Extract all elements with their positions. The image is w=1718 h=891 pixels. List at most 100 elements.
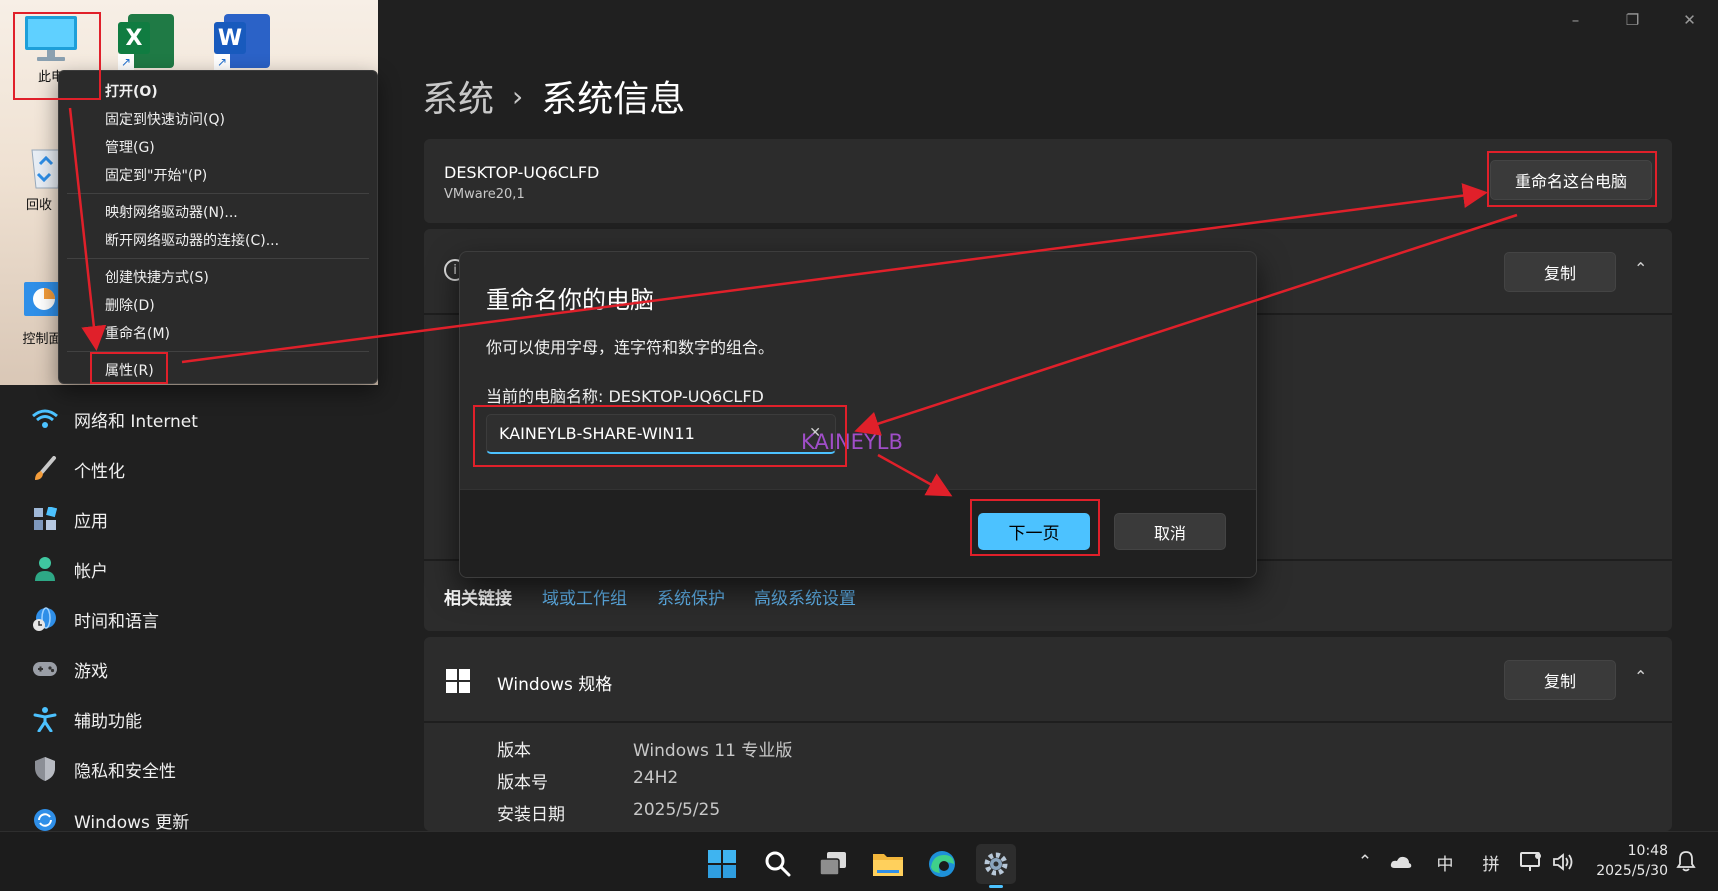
volume-icon[interactable]	[1548, 852, 1578, 872]
highlight-properties	[90, 352, 168, 384]
minimize-button[interactable]: –	[1547, 0, 1604, 40]
menu-item-disconnect-drive[interactable]: 断开网络驱动器的连接(C)...	[105, 230, 279, 250]
spec-row-version: 版本号 24H2	[497, 768, 678, 793]
menu-item-create-shortcut[interactable]: 创建快捷方式(S)	[105, 267, 209, 287]
spec-row-edition: 版本 Windows 11 专业版	[497, 736, 792, 761]
ime-mode-indicator[interactable]: 拼	[1468, 850, 1514, 875]
onedrive-icon[interactable]	[1380, 855, 1422, 869]
chevron-up-icon[interactable]: ⌃	[1634, 259, 1647, 278]
sidebar-item-label: 应用	[74, 511, 108, 532]
task-view-button[interactable]	[813, 844, 853, 884]
update-icon	[30, 805, 60, 831]
menu-item-delete[interactable]: 删除(D)	[105, 295, 155, 315]
spec-value: Windows 11 专业版	[633, 741, 793, 761]
sidebar-item-network[interactable]: 网络和 Internet	[30, 399, 198, 439]
desktop-icon-label: 回收	[25, 198, 52, 213]
window-controls: – ❐ ✕	[1547, 0, 1718, 40]
settings-button[interactable]	[976, 844, 1016, 888]
active-app-indicator	[989, 885, 1003, 888]
sidebar-item-label: 帐户	[74, 561, 108, 582]
sidebar-item-apps[interactable]: 应用	[30, 499, 108, 539]
ime-language-indicator[interactable]: 中	[1422, 850, 1468, 875]
file-explorer-button[interactable]	[868, 844, 908, 884]
menu-item-pin-start[interactable]: 固定到"开始"(P)	[105, 165, 207, 185]
dialog-footer: 下一页 取消	[460, 489, 1256, 577]
device-model: VMware20,1	[444, 187, 525, 202]
close-button[interactable]: ✕	[1661, 0, 1718, 40]
breadcrumb: 系统 › 系统信息	[422, 70, 685, 122]
cancel-button[interactable]: 取消	[1114, 513, 1226, 550]
apps-icon	[30, 504, 60, 534]
highlight-rename-button	[1487, 151, 1657, 207]
system-tray: ⌃ 中 拼	[1350, 832, 1578, 891]
spec-value: 2025/5/25	[633, 800, 721, 820]
task-view-icon	[819, 852, 846, 876]
highlight-this-pc	[13, 12, 101, 100]
sidebar-item-windows-update[interactable]: Windows 更新	[30, 800, 360, 831]
sidebar-item-gaming[interactable]: 游戏	[30, 649, 108, 689]
sidebar-item-label: 个性化	[74, 461, 125, 482]
excel-shortcut-icon[interactable]: X ↗	[118, 14, 174, 70]
windows-spec-title: Windows 规格	[497, 675, 613, 695]
sidebar-item-label: 时间和语言	[74, 611, 159, 632]
chevron-up-icon[interactable]: ⌃	[1634, 667, 1647, 686]
sidebar-item-accounts[interactable]: 帐户	[30, 549, 108, 589]
dialog-title: 重命名你的电脑	[486, 286, 654, 314]
sidebar-item-label: 隐私和安全性	[74, 761, 176, 782]
word-shortcut-icon[interactable]: W ↗	[214, 14, 270, 70]
globe-clock-icon	[30, 604, 60, 634]
menu-item-open[interactable]: 打开(O)	[105, 81, 158, 101]
gamepad-icon	[30, 654, 60, 684]
menu-item-map-drive[interactable]: 映射网络驱动器(N)...	[105, 202, 238, 222]
device-card: DESKTOP-UQ6CLFD VMware20,1 重命名这台电脑	[424, 139, 1672, 223]
word-letter: W	[214, 22, 246, 54]
shortcut-arrow-icon: ↗	[118, 54, 134, 70]
sidebar-item-label: 游戏	[74, 661, 108, 682]
link-system-protection[interactable]: 系统保护	[657, 584, 725, 609]
sidebar-item-label: 辅助功能	[74, 711, 142, 732]
device-specs-copy-button[interactable]: 复制	[1504, 252, 1616, 292]
search-icon	[765, 851, 791, 877]
menu-item-rename[interactable]: 重命名(M)	[105, 323, 170, 343]
spec-value: 24H2	[633, 768, 679, 788]
restore-button[interactable]: ❐	[1604, 0, 1661, 40]
tray-chevron-icon[interactable]: ⌃	[1350, 852, 1380, 872]
menu-item-pin-quick-access[interactable]: 固定到快速访问(Q)	[105, 109, 225, 129]
folder-icon	[873, 854, 903, 876]
spec-row-install-date: 安装日期 2025/5/25	[497, 800, 720, 825]
menu-separator	[67, 193, 369, 194]
sidebar-item-label: 网络和 Internet	[74, 411, 198, 432]
windows-spec-copy-button[interactable]: 复制	[1504, 660, 1616, 700]
context-menu: 打开(O) 固定到快速访问(Q) 管理(G) 固定到"开始"(P) 映射网络驱动…	[58, 70, 378, 384]
clock-time: 10:48	[1627, 843, 1668, 859]
taskbar: ⌃ 中 拼 10:48 2025/5/30	[0, 831, 1718, 891]
link-advanced-settings[interactable]: 高级系统设置	[754, 584, 856, 609]
search-button[interactable]	[758, 844, 798, 884]
clock-date: 2025/5/30	[1596, 863, 1668, 879]
wifi-icon	[30, 404, 60, 434]
spec-key: 版本	[497, 741, 531, 761]
info-icon-glyph: i	[453, 262, 457, 278]
brush-icon	[30, 454, 60, 484]
breadcrumb-system[interactable]: 系统	[422, 70, 494, 122]
notification-bell-icon[interactable]	[1676, 850, 1696, 876]
network-status-icon[interactable]	[1514, 852, 1548, 872]
sidebar-item-label: Windows 更新	[74, 812, 190, 832]
sidebar-item-personalization[interactable]: 个性化	[30, 449, 125, 489]
sidebar-item-accessibility[interactable]: 辅助功能	[30, 699, 142, 739]
clock[interactable]: 10:48 2025/5/30	[1592, 841, 1668, 881]
dialog-description: 你可以使用字母，连字符和数字的组合。	[486, 338, 775, 357]
edge-button[interactable]	[922, 844, 962, 884]
start-button[interactable]	[702, 844, 742, 884]
accessibility-icon	[30, 704, 60, 734]
sidebar-item-time-language[interactable]: 时间和语言	[30, 599, 159, 639]
excel-letter: X	[118, 22, 150, 54]
edge-icon	[929, 851, 955, 877]
sidebar-item-privacy-security[interactable]: 隐私和安全性	[30, 749, 176, 789]
menu-item-manage[interactable]: 管理(G)	[105, 137, 155, 157]
highlight-name-input	[473, 405, 847, 467]
page-title: 系统信息	[541, 79, 686, 120]
shortcut-arrow-icon: ↗	[214, 54, 230, 70]
shield-icon	[30, 754, 60, 784]
link-domain-workgroup[interactable]: 域或工作组	[542, 584, 627, 609]
